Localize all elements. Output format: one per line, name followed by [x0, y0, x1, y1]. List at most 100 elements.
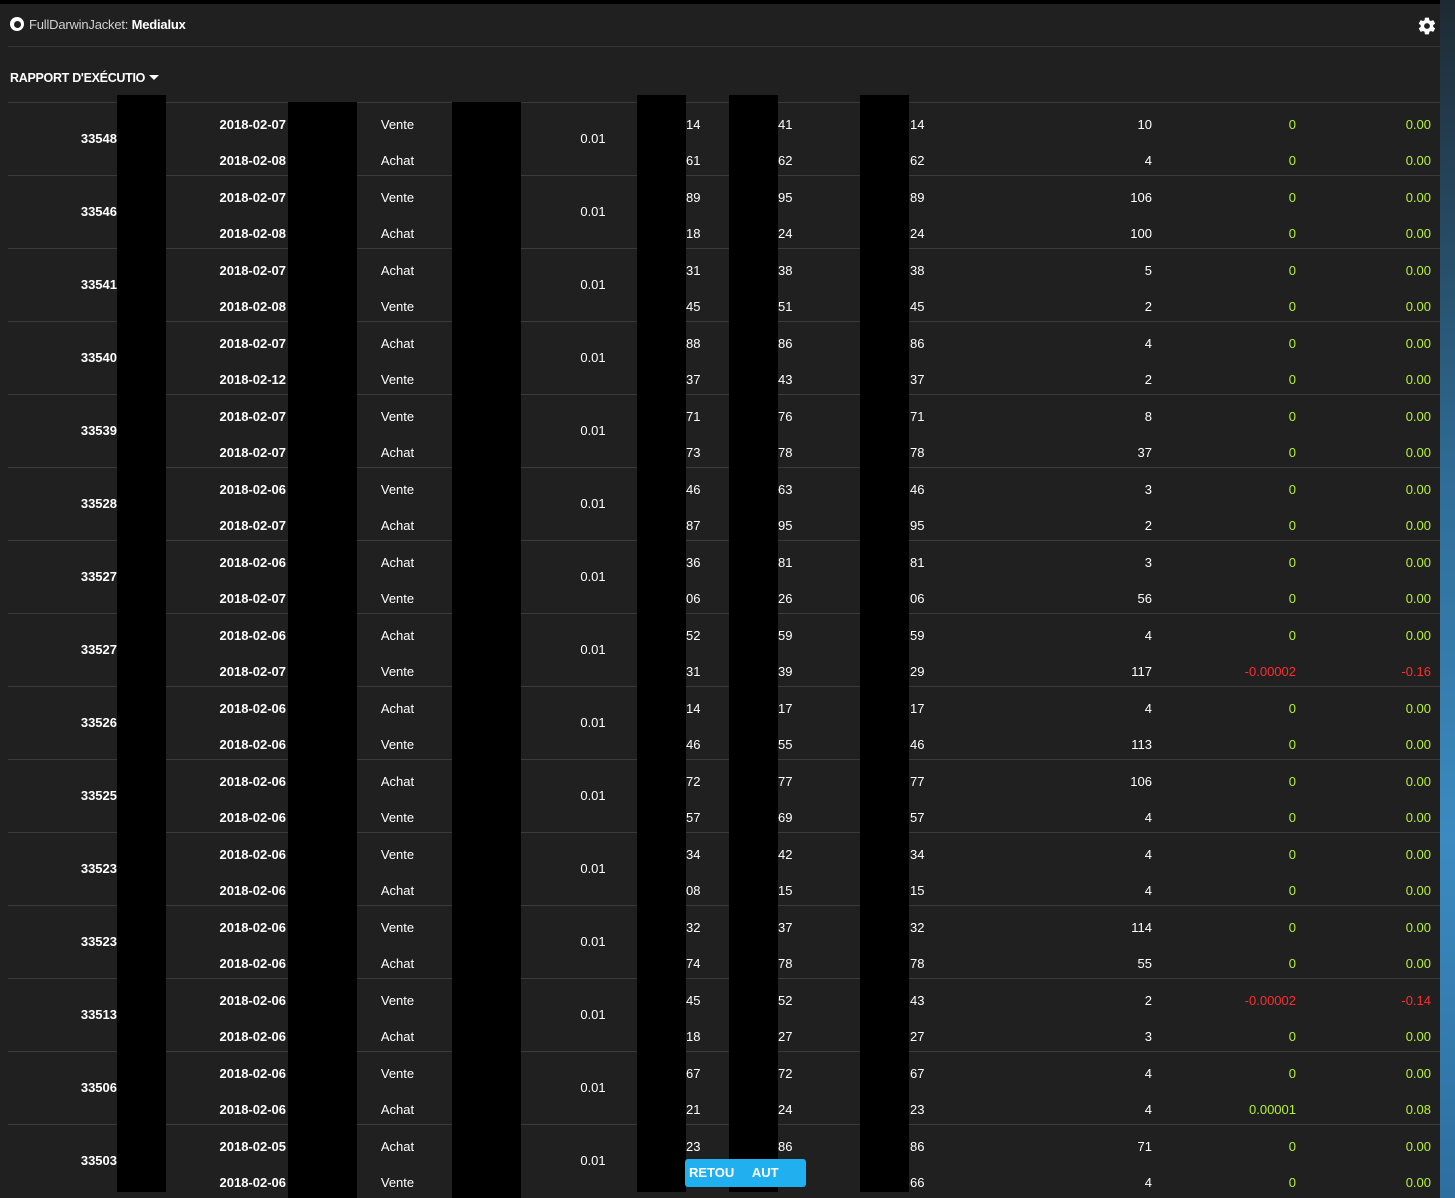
price-exec: 38 [910, 263, 925, 278]
app-title: FullDarwinJacket: Medialux [29, 17, 186, 32]
quantity: 3 [1144, 555, 1152, 570]
points-value: 0.00001 [1249, 1102, 1296, 1117]
price-close: 78 [778, 956, 793, 971]
trade-date: 2018-02-07 [219, 263, 287, 278]
points-value: 0 [1288, 518, 1296, 533]
price-open: 72 [686, 774, 701, 789]
price-open: 14 [686, 701, 701, 716]
lot-size: 0.01 [580, 642, 606, 657]
lot-size: 0.01 [580, 350, 606, 365]
trade-date: 2018-02-08 [219, 153, 287, 168]
price-close: 38 [778, 263, 793, 278]
points-value: 0 [1288, 226, 1296, 241]
points-value: 0 [1288, 701, 1296, 716]
quantity: 4 [1144, 847, 1152, 862]
price-close: 63 [778, 482, 793, 497]
trade-type: Vente [380, 993, 415, 1008]
trade-type: Vente [380, 299, 415, 314]
quantity: 8 [1144, 409, 1152, 424]
profit-loss: 0.00 [1405, 774, 1431, 789]
price-open: 45 [686, 299, 701, 314]
trade-row: 33523 0.01 2018-02-06 Vente 32 37 32 114 0 0.00 20… [8, 905, 1440, 978]
points-value: 0 [1288, 810, 1296, 825]
price-close: 39 [778, 664, 793, 679]
price-exec: 43 [910, 993, 925, 1008]
redaction-bar [860, 95, 909, 1192]
trade-date: 2018-02-05 [219, 1139, 287, 1154]
price-open: 87 [686, 518, 701, 533]
price-exec: 23 [910, 1102, 925, 1117]
profit-loss: 0.00 [1405, 153, 1431, 168]
profit-loss: 0.00 [1405, 920, 1431, 935]
quantity: 4 [1144, 1066, 1152, 1081]
lot-size: 0.01 [580, 1080, 606, 1095]
report-dropdown[interactable]: RAPPORT D'EXÉCUTIO [10, 71, 160, 85]
price-close: 59 [778, 628, 793, 643]
background-desktop-edge [1440, 0, 1455, 1198]
price-exec: 67 [910, 1066, 925, 1081]
trade-type: Vente [380, 482, 415, 497]
trade-id: 33503 [80, 1153, 117, 1168]
lot-size: 0.01 [580, 715, 606, 730]
points-value: 0 [1288, 190, 1296, 205]
trade-date: 2018-02-06 [219, 847, 287, 862]
quantity: 106 [1130, 774, 1152, 789]
trade-id: 33548 [80, 131, 117, 146]
quantity: 2 [1144, 518, 1152, 533]
price-close: 76 [778, 409, 793, 424]
trade-date: 2018-02-08 [219, 299, 287, 314]
trade-date: 2018-02-07 [219, 190, 287, 205]
price-exec: 71 [910, 409, 925, 424]
lot-size: 0.01 [580, 1007, 606, 1022]
trade-type: Vente [380, 1175, 415, 1190]
price-close: 42 [778, 847, 793, 862]
price-exec: 77 [910, 774, 925, 789]
price-close: 62 [778, 153, 793, 168]
trade-type: Achat [380, 1029, 415, 1044]
trade-type: Achat [380, 226, 415, 241]
trade-id: 33526 [80, 715, 117, 730]
price-exec: 86 [910, 336, 925, 351]
profit-loss: 0.00 [1405, 883, 1431, 898]
redaction-bar [452, 102, 521, 1198]
quantity: 71 [1137, 1139, 1152, 1154]
price-close: 86 [778, 1139, 793, 1154]
quantity: 3 [1144, 482, 1152, 497]
price-exec: 57 [910, 810, 925, 825]
price-exec: 27 [910, 1029, 925, 1044]
price-exec: 78 [910, 445, 925, 460]
price-open: 21 [686, 1102, 701, 1117]
redaction-bar [288, 102, 357, 1198]
trade-type: Vente [380, 117, 415, 132]
trade-date: 2018-02-07 [219, 591, 287, 606]
back-to-top-button[interactable]: RETOU AUT [685, 1159, 806, 1187]
profit-loss: 0.00 [1405, 445, 1431, 460]
points-value: 0 [1288, 409, 1296, 424]
price-open: 61 [686, 153, 701, 168]
price-exec: 59 [910, 628, 925, 643]
quantity: 37 [1137, 445, 1152, 460]
quantity: 10 [1137, 117, 1152, 132]
price-close: 37 [778, 920, 793, 935]
quantity: 55 [1137, 956, 1152, 971]
points-value: 0 [1288, 1175, 1296, 1190]
price-close: 95 [778, 190, 793, 205]
trade-type: Vente [380, 737, 415, 752]
trade-id: 33523 [80, 861, 117, 876]
price-open: 18 [686, 226, 701, 241]
lot-size: 0.01 [580, 934, 606, 949]
trade-type: Vente [380, 664, 415, 679]
account-label: FullDarwinJacket: [29, 17, 129, 32]
trade-type: Vente [380, 190, 415, 205]
redaction-bar [729, 95, 778, 1192]
points-value: 0 [1288, 445, 1296, 460]
gear-icon[interactable] [1417, 16, 1437, 36]
price-close: 26 [778, 591, 793, 606]
trade-date: 2018-02-06 [219, 1175, 287, 1190]
quantity: 4 [1144, 883, 1152, 898]
price-close: 43 [778, 372, 793, 387]
quantity: 100 [1130, 226, 1152, 241]
price-exec: 78 [910, 956, 925, 971]
trade-date: 2018-02-07 [219, 117, 287, 132]
trade-row: 33527 0.01 2018-02-06 Achat 52 59 59 4 0 0.00 2018… [8, 613, 1440, 686]
